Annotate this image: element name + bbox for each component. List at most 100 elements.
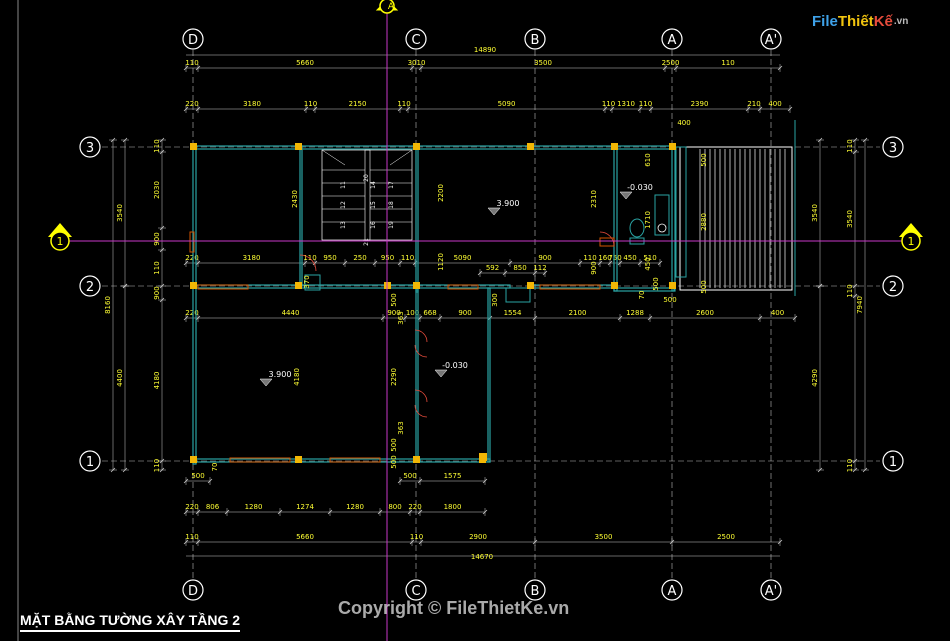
section-marker-left-label: 1	[57, 235, 64, 248]
stair-step-number: 21	[363, 238, 370, 246]
dim-toilet-b: 500	[700, 153, 708, 166]
column	[413, 282, 420, 289]
column	[190, 282, 197, 289]
column	[413, 456, 420, 463]
grid-bubble-right-label: 1	[889, 455, 897, 470]
dim-door-a: 300	[491, 293, 499, 306]
dim-top-row2-label: 110	[304, 100, 317, 108]
dim-left-inner-label: 2030	[153, 181, 161, 199]
copyright-watermark: Copyright © FileThietKe.vn	[338, 598, 570, 618]
grid-bubble-left-label: 2	[86, 280, 94, 295]
dim-mid-row-a-label: 900	[538, 254, 551, 262]
grid-bubble-right-label: 2	[889, 280, 897, 295]
dim-mid-row-b-label: 592	[486, 264, 499, 272]
stair-landing-line	[389, 149, 413, 166]
dim-top-row2-label: 2390	[691, 100, 709, 108]
dim-top-row2-label: 110	[397, 100, 410, 108]
dim-top-row1-label: 110	[721, 59, 734, 67]
dim-top-row1-label: 2500	[662, 59, 680, 67]
dim-top-row2-label: 400	[768, 100, 781, 108]
dim-mid-row-c-label: 100	[406, 309, 419, 317]
stair-box	[321, 149, 413, 241]
dim-mid-row-a-label: 750	[608, 254, 621, 262]
column	[190, 143, 197, 150]
dim-door-d: 370	[303, 275, 311, 288]
door-swing	[599, 231, 615, 247]
level-marker-4-label: -0.030	[442, 361, 468, 370]
column	[295, 456, 302, 463]
dim-left-outer-b-label: 4400	[116, 369, 124, 387]
dim-top-row2-label: 3180	[243, 100, 261, 108]
dim-top-row1-label: 3500	[534, 59, 552, 67]
dim-top-row2-label: 1310	[617, 100, 635, 108]
dim-room-a: 2200	[437, 184, 445, 202]
dim-bot-row2-label: 220	[185, 503, 198, 511]
wall-right-room	[487, 287, 491, 463]
dim-left-inner-label: 110	[153, 459, 161, 472]
dim-right-inner-label: 110	[846, 139, 854, 152]
dim-toilet-f: 500	[700, 280, 708, 293]
dim-room-e: 4180	[293, 368, 301, 386]
dim-left-outer-a-label: 3540	[116, 204, 124, 222]
dim-top-row2-label: 220	[185, 100, 198, 108]
dim-right-outer-a-label: 3540	[811, 204, 819, 222]
dim-mid-row-c-label: 4440	[282, 309, 300, 317]
dim-toilet-c: 1710	[644, 211, 652, 229]
dim-right-inner-label: 110	[846, 459, 854, 472]
level-marker-3-tri	[619, 191, 633, 200]
dim-door-c: 500	[390, 293, 398, 306]
dim-right-inner-label: 3540	[846, 210, 854, 228]
toilet-drain	[657, 223, 667, 233]
column-small	[479, 453, 487, 461]
wall-c-upper	[415, 145, 419, 293]
dim-bot-row2-label: 806	[206, 503, 220, 511]
wall-top-left	[192, 145, 418, 150]
dim-bot-row3-label: 110	[410, 533, 423, 541]
dim-bot-row2-label: 1800	[444, 503, 462, 511]
dim-mid-row-a-label: 110	[401, 254, 414, 262]
level-marker-3-label: -0.030	[627, 183, 653, 192]
stair-step-number: 16	[370, 221, 377, 229]
dim-top-row1-label: 3010	[408, 59, 426, 67]
level-marker-1-label: 3.900	[497, 199, 520, 208]
grid-bubble-top-label: B	[531, 33, 540, 48]
column	[611, 282, 618, 289]
dim-bot-row1b-label: 500	[403, 472, 416, 480]
logo-thiet-text: Thiết	[837, 13, 874, 30]
logo-file-text: File	[812, 13, 838, 30]
section-marker-top-label: A	[388, 2, 395, 12]
dim-top-row1-label: 110	[185, 59, 198, 67]
wall-toilet-top	[613, 145, 673, 150]
grid-bubble-left-label: 3	[86, 141, 94, 156]
dim-bot-row1a-label: 500	[191, 472, 204, 480]
grid-bubble-top-label: D	[188, 33, 198, 48]
column	[190, 456, 197, 463]
grid-bubble-right-label: 3	[889, 141, 897, 156]
dim-mid-row-c-label: 900	[458, 309, 471, 317]
dim-right-inner-label: 110	[846, 284, 854, 297]
dim-mid-row-c-label: 2600	[696, 309, 714, 317]
dim-room-b: 2310	[590, 190, 598, 208]
column	[611, 143, 618, 150]
wall-left	[192, 145, 197, 465]
dim-toilet-h: 70	[638, 291, 646, 300]
stair-step-number: 12	[340, 201, 347, 209]
stair-step-number: 15	[370, 201, 377, 209]
dim-left-inner-label: 900	[153, 286, 161, 299]
dim-room-d: 900	[590, 261, 598, 274]
door-swing	[414, 344, 428, 358]
balcony-wall	[675, 146, 687, 278]
stair-step-number: 18	[388, 201, 395, 209]
dim-mid-row-c-label: 1554	[504, 309, 522, 317]
dim-top-total: 14890	[474, 46, 496, 54]
dim-top-row2-label: 110	[639, 100, 652, 108]
wall-toilet-right	[671, 145, 676, 292]
dim-left-total-label: 8160	[104, 296, 112, 314]
dim-left-inner-label: 4180	[153, 372, 161, 390]
section-marker-right-label: 1	[908, 235, 915, 248]
dim-mid-row-c-label: 668	[423, 309, 436, 317]
stair-step-number: 17	[388, 181, 395, 189]
wall-bottom-left	[192, 458, 419, 463]
dim-bot-row3-label: 2500	[717, 533, 735, 541]
dim-mid-row-a-label: 950	[323, 254, 336, 262]
